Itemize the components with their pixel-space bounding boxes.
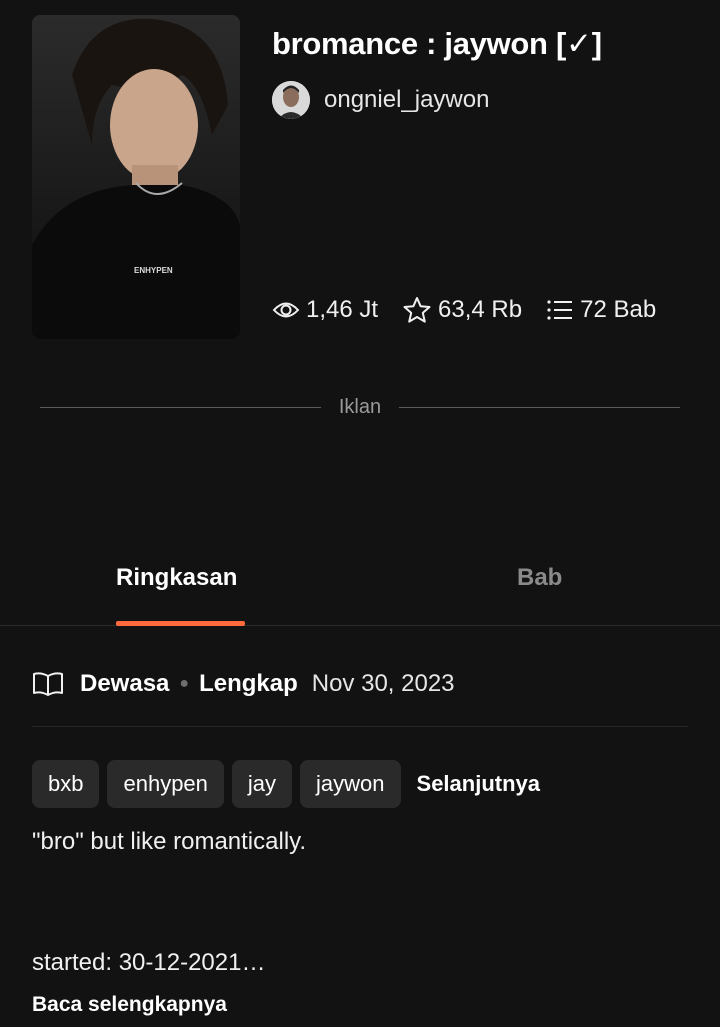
meta-divider bbox=[32, 726, 688, 727]
cover-shirt-text: ENHYPEN bbox=[134, 266, 173, 275]
author-name[interactable]: ongniel_jaywon bbox=[324, 86, 489, 114]
ad-label: Iklan bbox=[338, 396, 382, 418]
tag-chip[interactable]: jaywon bbox=[300, 760, 401, 808]
story-started-text: started: 30-12-2021… bbox=[32, 949, 266, 976]
tab-chapters[interactable]: Bab bbox=[517, 564, 562, 592]
meta-separator-dot: ● bbox=[179, 675, 190, 692]
parts-stat: 72 Bab bbox=[546, 296, 656, 324]
story-cover-image[interactable]: ENHYPEN bbox=[32, 15, 240, 339]
story-stats: 1,46 Jt 63,4 Rb 72 Bab bbox=[272, 296, 680, 324]
status-label: Lengkap bbox=[199, 670, 298, 697]
divider-line-right bbox=[399, 407, 680, 408]
updated-date: Nov 30, 2023 bbox=[311, 670, 455, 697]
tags-more-link[interactable]: Selanjutnya bbox=[417, 771, 540, 797]
parts-count: 72 Bab bbox=[580, 296, 657, 323]
story-tabs: Ringkasan Bab bbox=[0, 560, 720, 626]
tag-chip[interactable]: jay bbox=[231, 760, 293, 808]
author-link[interactable]: ongniel_jaywon bbox=[272, 81, 489, 119]
tag-chip[interactable]: bxb bbox=[32, 760, 100, 808]
ad-divider: Iklan bbox=[40, 396, 680, 419]
votes-stat: 63,4 Rb bbox=[402, 296, 522, 324]
read-more-link[interactable]: Baca selengkapnya bbox=[32, 993, 227, 1017]
tab-summary[interactable]: Ringkasan bbox=[116, 564, 237, 592]
star-icon bbox=[403, 297, 431, 323]
story-meta: Dewasa ● Lengkap Nov 30, 2023 bbox=[32, 670, 455, 698]
views-stat: 1,46 Jt bbox=[272, 296, 378, 324]
cover-illustration: ENHYPEN bbox=[32, 18, 240, 339]
story-title: bromance : jaywon [✓] bbox=[272, 26, 602, 61]
rating-label: Dewasa bbox=[80, 670, 170, 697]
active-tab-indicator bbox=[116, 621, 245, 626]
book-open-icon bbox=[33, 672, 63, 696]
tag-list: bxb enhypen jay jaywon Selanjutnya bbox=[32, 760, 540, 808]
story-description: "bro" but like romantically. bbox=[32, 828, 307, 855]
author-avatar[interactable] bbox=[272, 81, 310, 119]
eye-icon bbox=[272, 302, 300, 318]
views-count: 1,46 Jt bbox=[306, 296, 379, 323]
votes-count: 63,4 Rb bbox=[438, 296, 523, 323]
tag-chip[interactable]: enhypen bbox=[107, 760, 224, 808]
divider-line-left bbox=[40, 407, 321, 408]
list-icon bbox=[547, 300, 573, 320]
